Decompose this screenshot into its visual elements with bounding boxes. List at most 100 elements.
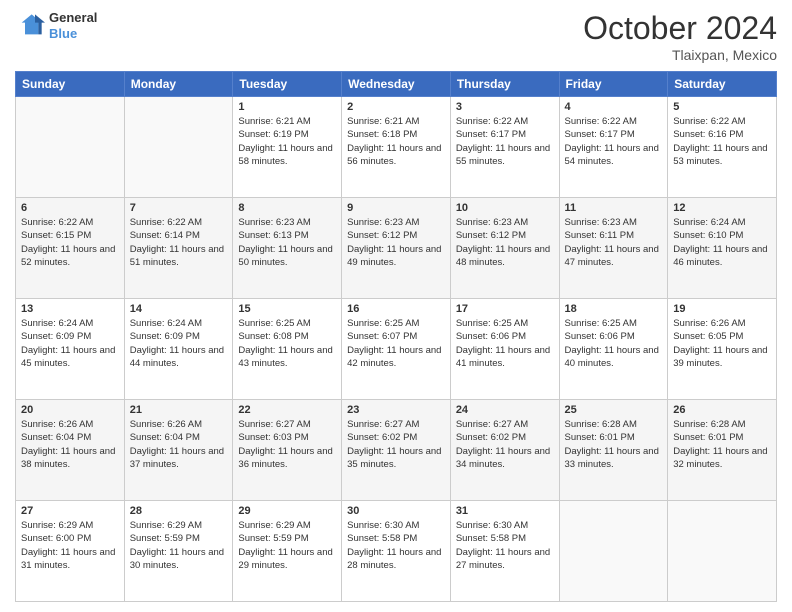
day-number: 25 [565,404,663,416]
calendar-cell [559,501,668,602]
calendar-cell: 19 Sunrise: 6:26 AMSunset: 6:05 PMDayligh… [668,299,777,400]
calendar-cell: 26 Sunrise: 6:28 AMSunset: 6:01 PMDayligh… [668,400,777,501]
header-cell-sunday: Sunday [16,72,125,97]
page: General Blue October 2024 Tlaixpan, Mexi… [0,0,792,612]
header-cell-wednesday: Wednesday [342,72,451,97]
day-info: Sunrise: 6:25 AMSunset: 6:06 PMDaylight:… [565,317,663,370]
calendar-cell: 22 Sunrise: 6:27 AMSunset: 6:03 PMDayligh… [233,400,342,501]
day-number: 24 [456,404,554,416]
header-cell-saturday: Saturday [668,72,777,97]
calendar-cell: 10 Sunrise: 6:23 AMSunset: 6:12 PMDayligh… [450,198,559,299]
header-cell-thursday: Thursday [450,72,559,97]
day-info: Sunrise: 6:27 AMSunset: 6:03 PMDaylight:… [238,418,336,471]
calendar-cell: 3Sunrise: 6:22 AMSunset: 6:17 PMDaylight… [450,97,559,198]
day-info: Sunrise: 6:24 AMSunset: 6:10 PMDaylight:… [673,216,771,269]
day-number: 16 [347,303,445,315]
day-info: Sunrise: 6:22 AMSunset: 6:15 PMDaylight:… [21,216,119,269]
calendar-cell: 16 Sunrise: 6:25 AMSunset: 6:07 PMDayligh… [342,299,451,400]
day-info: Sunrise: 6:21 AMSunset: 6:19 PMDaylight:… [238,115,336,168]
day-info: Sunrise: 6:27 AMSunset: 6:02 PMDaylight:… [456,418,554,471]
calendar-cell: 2Sunrise: 6:21 AMSunset: 6:18 PMDaylight… [342,97,451,198]
day-info: Sunrise: 6:30 AMSunset: 5:58 PMDaylight:… [347,519,445,572]
day-info: Sunrise: 6:23 AMSunset: 6:12 PMDaylight:… [456,216,554,269]
day-number: 14 [130,303,228,315]
week-row-2: 6 Sunrise: 6:22 AMSunset: 6:15 PMDaylight… [16,198,777,299]
calendar-cell: 29Sunrise: 6:29 AMSunset: 5:59 PMDayligh… [233,501,342,602]
day-info: Sunrise: 6:24 AMSunset: 6:09 PMDaylight:… [130,317,228,370]
day-number: 5 [673,101,771,113]
day-number: 19 [673,303,771,315]
week-row-4: 20 Sunrise: 6:26 AMSunset: 6:04 PMDayligh… [16,400,777,501]
day-info: Sunrise: 6:25 AMSunset: 6:08 PMDaylight:… [238,317,336,370]
calendar-header: SundayMondayTuesdayWednesdayThursdayFrid… [16,72,777,97]
day-number: 31 [456,505,554,517]
calendar-cell: 25 Sunrise: 6:28 AMSunset: 6:01 PMDayligh… [559,400,668,501]
header-cell-tuesday: Tuesday [233,72,342,97]
calendar-cell: 30 Sunrise: 6:30 AMSunset: 5:58 PMDayligh… [342,501,451,602]
header-cell-friday: Friday [559,72,668,97]
calendar-cell [668,501,777,602]
calendar-body: 1 Sunrise: 6:21 AMSunset: 6:19 PMDaylight… [16,97,777,602]
calendar-cell: 27Sunrise: 6:29 AMSunset: 6:00 PMDayligh… [16,501,125,602]
calendar-cell [16,97,125,198]
header-row: SundayMondayTuesdayWednesdayThursdayFrid… [16,72,777,97]
calendar-cell: 7 Sunrise: 6:22 AMSunset: 6:14 PMDaylight… [124,198,233,299]
calendar-cell: 31Sunrise: 6:30 AMSunset: 5:58 PMDayligh… [450,501,559,602]
day-number: 29 [238,505,336,517]
calendar-cell: 1 Sunrise: 6:21 AMSunset: 6:19 PMDaylight… [233,97,342,198]
day-info: Sunrise: 6:22 AMSunset: 6:14 PMDaylight:… [130,216,228,269]
week-row-5: 27Sunrise: 6:29 AMSunset: 6:00 PMDayligh… [16,501,777,602]
day-number: 9 [347,202,445,214]
day-number: 1 [238,101,336,113]
logo-line1: General [49,10,97,26]
calendar-cell: 21Sunrise: 6:26 AMSunset: 6:04 PMDayligh… [124,400,233,501]
calendar-cell: 24 Sunrise: 6:27 AMSunset: 6:02 PMDayligh… [450,400,559,501]
day-info: Sunrise: 6:26 AMSunset: 6:05 PMDaylight:… [673,317,771,370]
calendar-cell [124,97,233,198]
header: General Blue October 2024 Tlaixpan, Mexi… [15,10,777,63]
week-row-3: 13Sunrise: 6:24 AMSunset: 6:09 PMDayligh… [16,299,777,400]
week-row-1: 1 Sunrise: 6:21 AMSunset: 6:19 PMDaylight… [16,97,777,198]
day-info: Sunrise: 6:29 AMSunset: 6:00 PMDaylight:… [21,519,119,572]
calendar-table: SundayMondayTuesdayWednesdayThursdayFrid… [15,71,777,602]
calendar-cell: 11Sunrise: 6:23 AMSunset: 6:11 PMDayligh… [559,198,668,299]
day-number: 8 [238,202,336,214]
calendar-cell: 6 Sunrise: 6:22 AMSunset: 6:15 PMDaylight… [16,198,125,299]
day-info: Sunrise: 6:27 AMSunset: 6:02 PMDaylight:… [347,418,445,471]
day-number: 3 [456,101,554,113]
day-info: Sunrise: 6:26 AMSunset: 6:04 PMDaylight:… [21,418,119,471]
day-info: Sunrise: 6:23 AMSunset: 6:11 PMDaylight:… [565,216,663,269]
day-number: 30 [347,505,445,517]
calendar-cell: 12 Sunrise: 6:24 AMSunset: 6:10 PMDayligh… [668,198,777,299]
day-number: 18 [565,303,663,315]
day-info: Sunrise: 6:21 AMSunset: 6:18 PMDaylight:… [347,115,445,168]
calendar-cell: 4Sunrise: 6:22 AMSunset: 6:17 PMDaylight… [559,97,668,198]
day-number: 17 [456,303,554,315]
day-info: Sunrise: 6:28 AMSunset: 6:01 PMDaylight:… [565,418,663,471]
day-number: 6 [21,202,119,214]
day-number: 4 [565,101,663,113]
day-number: 20 [21,404,119,416]
day-number: 12 [673,202,771,214]
location-subtitle: Tlaixpan, Mexico [583,47,777,63]
day-info: Sunrise: 6:25 AMSunset: 6:07 PMDaylight:… [347,317,445,370]
day-info: Sunrise: 6:28 AMSunset: 6:01 PMDaylight:… [673,418,771,471]
month-title: October 2024 [583,10,777,47]
day-info: Sunrise: 6:24 AMSunset: 6:09 PMDaylight:… [21,317,119,370]
logo-icon [15,11,45,41]
day-info: Sunrise: 6:26 AMSunset: 6:04 PMDaylight:… [130,418,228,471]
calendar-cell: 8 Sunrise: 6:23 AMSunset: 6:13 PMDaylight… [233,198,342,299]
calendar-cell: 5Sunrise: 6:22 AMSunset: 6:16 PMDaylight… [668,97,777,198]
day-number: 26 [673,404,771,416]
day-number: 23 [347,404,445,416]
day-number: 22 [238,404,336,416]
calendar-cell: 20 Sunrise: 6:26 AMSunset: 6:04 PMDayligh… [16,400,125,501]
day-number: 10 [456,202,554,214]
calendar-cell: 17Sunrise: 6:25 AMSunset: 6:06 PMDayligh… [450,299,559,400]
day-number: 28 [130,505,228,517]
calendar-cell: 9Sunrise: 6:23 AMSunset: 6:12 PMDaylight… [342,198,451,299]
day-info: Sunrise: 6:23 AMSunset: 6:13 PMDaylight:… [238,216,336,269]
day-number: 7 [130,202,228,214]
calendar-cell: 23 Sunrise: 6:27 AMSunset: 6:02 PMDayligh… [342,400,451,501]
logo: General Blue [15,10,97,41]
